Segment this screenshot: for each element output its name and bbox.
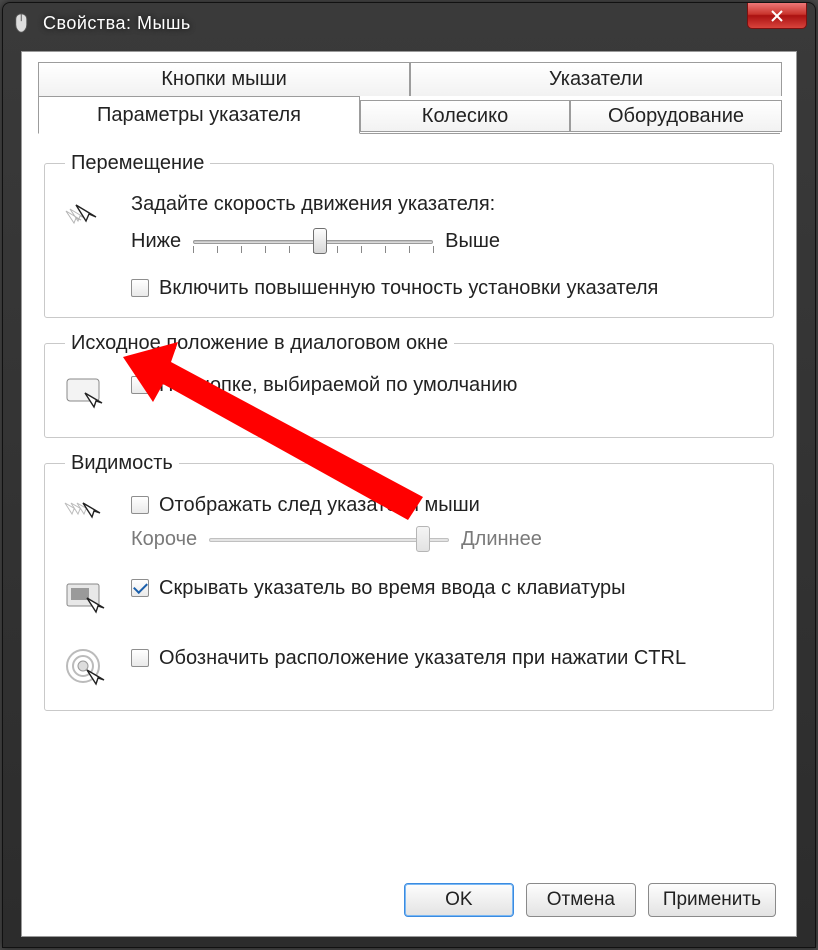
trails-short-label: Короче <box>131 528 197 551</box>
button-bar: OK Отмена Применить <box>28 878 790 922</box>
pointer-trails-label: Отображать след указателя мыши <box>159 493 480 518</box>
group-motion-title: Перемещение <box>65 152 210 175</box>
titlebar[interactable]: Свойства: Мышь <box>3 3 815 43</box>
tab-strip: Кнопки мыши Указатели Параметры указател… <box>28 58 790 134</box>
trails-long-label: Длиннее <box>461 528 542 551</box>
hide-typing-label: Скрывать указатель во время ввода с клав… <box>159 576 626 601</box>
pointer-trails-slider <box>209 524 449 554</box>
slider-slow-label: Ниже <box>131 230 181 253</box>
ctrl-locate-checkbox[interactable] <box>131 649 149 667</box>
snap-to-label: На кнопке, выбираемой по умолчанию <box>159 373 517 398</box>
tab-pointers[interactable]: Указатели <box>410 62 782 96</box>
close-icon <box>769 8 785 24</box>
apply-button[interactable]: Применить <box>648 883 776 917</box>
tab-buttons[interactable]: Кнопки мыши <box>38 62 410 96</box>
dialog-surface: Кнопки мыши Указатели Параметры указател… <box>21 51 797 937</box>
group-visibility: Видимость Отображать след указателя мыши <box>44 452 774 711</box>
hide-typing-checkbox[interactable] <box>131 579 149 597</box>
mouse-icon <box>13 12 35 34</box>
cancel-button[interactable]: Отмена <box>526 883 636 917</box>
group-motion: Перемещение Задайте скорость движения ук… <box>44 152 774 318</box>
group-snap: Исходное положение в диалоговом окне На … <box>44 332 774 438</box>
enhance-precision-checkbox[interactable] <box>131 279 149 297</box>
ctrl-locate-icon <box>63 646 111 694</box>
tab-page: Перемещение Задайте скорость движения ук… <box>38 144 780 874</box>
group-visibility-title: Видимость <box>65 452 179 475</box>
tab-wheel[interactable]: Колесико <box>360 100 570 132</box>
tab-hardware[interactable]: Оборудование <box>570 100 782 132</box>
speed-label: Задайте скорость движения указателя: <box>131 193 761 216</box>
tab-pointer-options[interactable]: Параметры указателя <box>38 96 360 134</box>
ok-button[interactable]: OK <box>404 883 514 917</box>
snap-to-icon <box>63 373 111 421</box>
window-title: Свойства: Мышь <box>43 13 191 34</box>
snap-to-checkbox[interactable] <box>131 376 149 394</box>
pointer-trails-icon <box>63 493 111 541</box>
group-snap-title: Исходное положение в диалоговом окне <box>65 332 454 355</box>
ctrl-locate-label: Обозначить расположение указателя при на… <box>159 646 686 671</box>
close-button[interactable] <box>747 3 807 29</box>
window-chrome: Свойства: Мышь Кнопки мыши Указатели Пар… <box>2 2 816 948</box>
enhance-precision-label: Включить повышенную точность установки у… <box>159 276 658 301</box>
pointer-speed-icon <box>63 193 111 241</box>
pointer-trails-checkbox[interactable] <box>131 496 149 514</box>
hide-typing-icon <box>63 576 111 624</box>
pointer-speed-slider[interactable] <box>193 226 433 256</box>
slider-fast-label: Выше <box>445 230 500 253</box>
